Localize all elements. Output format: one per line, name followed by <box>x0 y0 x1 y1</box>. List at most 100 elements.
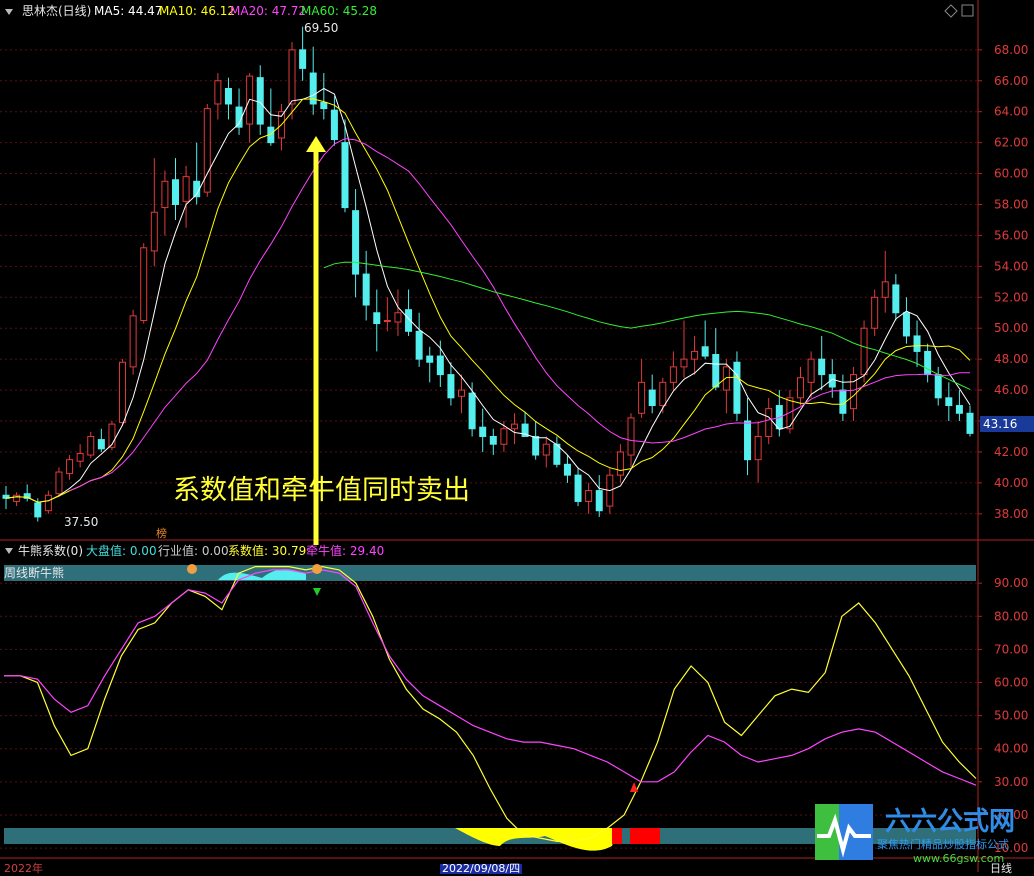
main-y-tick-label: 42.00 <box>994 445 1028 459</box>
candle-body <box>500 428 508 445</box>
candle-body <box>680 358 688 368</box>
candle-body <box>34 502 42 518</box>
candle <box>235 88 243 135</box>
weekly-bar-label: 周线断牛熊 <box>4 566 65 580</box>
annotation-text: 系数值和牵牛值同时卖出 <box>173 475 470 506</box>
candle <box>161 170 169 236</box>
candle-body <box>97 439 105 450</box>
main-y-tick-label: 56.00 <box>994 228 1028 242</box>
site-logo: 六六公式网 聚焦热门精品炒股指标公式 www.66gsw.com <box>815 800 1025 865</box>
rank-badge[interactable]: 榜 <box>156 527 167 541</box>
candle <box>892 274 900 321</box>
candle <box>669 351 677 391</box>
candle-body <box>140 247 148 321</box>
signal-marker <box>187 564 197 574</box>
main-y-tick-label: 46.00 <box>994 383 1028 397</box>
cursor-date-label: 2022/09/08/四 <box>440 862 523 875</box>
candle-body <box>129 315 137 368</box>
candle-body <box>616 451 624 476</box>
candle <box>797 366 805 406</box>
candle <box>563 455 571 483</box>
candle-body <box>669 366 677 383</box>
candle <box>55 467 63 497</box>
candle-body <box>171 179 179 205</box>
indicator-title[interactable]: 牛熊系数(0) <box>18 544 83 558</box>
candle-body <box>415 330 423 360</box>
candle-body <box>913 335 921 352</box>
sub-y-tick-label: 70.00 <box>994 642 1028 656</box>
candle <box>955 390 963 422</box>
candle <box>87 431 95 459</box>
logo-url: www.66gsw.com <box>913 852 1004 864</box>
restore-icon <box>961 4 974 17</box>
candle <box>765 397 773 445</box>
candle-body <box>373 312 381 325</box>
candle <box>214 73 222 120</box>
candle-body <box>426 355 434 363</box>
weekly-status-bar <box>4 565 976 581</box>
candle-body <box>256 77 264 125</box>
candle-body <box>648 389 656 407</box>
candle <box>362 250 370 321</box>
candle-body <box>902 312 910 337</box>
candle <box>97 428 105 452</box>
candle-body <box>479 426 487 437</box>
main-y-tick-label: 54.00 <box>994 259 1028 273</box>
ma5-line <box>5 87 971 503</box>
candle-body <box>733 361 741 414</box>
candle <box>394 289 402 336</box>
logo-brand: 六六公式网 <box>885 807 1015 837</box>
main-y-tick-label: 62.00 <box>994 136 1028 150</box>
sub-y-tick-label: 60.00 <box>994 676 1028 690</box>
candle <box>680 320 688 378</box>
candle <box>966 405 974 437</box>
candle <box>256 65 264 135</box>
chart-canvas[interactable]: 68.00 66.00 64.00 62.00 60.00 58.00 56.00 54.00… <box>0 0 1034 872</box>
candle <box>23 484 31 502</box>
candle-body <box>934 374 942 399</box>
ma60-legend: MA60: 45.28 <box>301 4 378 18</box>
candle <box>267 88 275 146</box>
candle-body <box>76 452 84 462</box>
market-value-legend: 大盘值: 0.00 <box>86 544 157 558</box>
main-y-tick-label: 52.00 <box>994 290 1028 304</box>
last-price-tag: 43.16 <box>980 416 1034 432</box>
candle-body <box>691 350 699 360</box>
buy-signal-arrow <box>630 782 638 792</box>
candle <box>288 42 296 120</box>
candle <box>818 335 826 391</box>
candle-body <box>712 354 720 388</box>
candle <box>171 158 179 220</box>
candle-body <box>182 176 190 202</box>
ma10-line <box>5 98 971 503</box>
bull-value-legend: 牵牛值: 29.40 <box>306 544 385 558</box>
candle-body <box>563 463 571 476</box>
candle-body <box>945 397 953 407</box>
candle-body <box>839 389 847 414</box>
candle <box>722 359 730 414</box>
candle <box>574 467 582 507</box>
signal-marker <box>312 564 322 574</box>
candle <box>76 444 84 468</box>
candle-body <box>871 296 879 329</box>
sell-signal-arrow <box>313 588 321 596</box>
candle-body <box>66 459 74 475</box>
candle-body <box>924 350 932 376</box>
candle-body <box>955 405 963 414</box>
candle-body <box>881 281 889 298</box>
candle <box>203 103 211 197</box>
candle-body <box>383 319 391 322</box>
candle-body <box>320 101 328 110</box>
period-label[interactable]: 日线 <box>990 862 1012 876</box>
candle-body <box>44 494 52 512</box>
candle <box>553 436 561 468</box>
candle-body <box>638 381 646 414</box>
industry-value-legend: 行业值: 0.00 <box>158 544 229 558</box>
candle <box>13 492 21 507</box>
candle <box>934 366 942 406</box>
candle-body <box>542 443 550 456</box>
sub-y-tick-label: 50.00 <box>994 709 1028 723</box>
main-y-tick-label: 38.00 <box>994 507 1028 521</box>
candle <box>119 359 127 426</box>
candle-body <box>860 327 868 376</box>
